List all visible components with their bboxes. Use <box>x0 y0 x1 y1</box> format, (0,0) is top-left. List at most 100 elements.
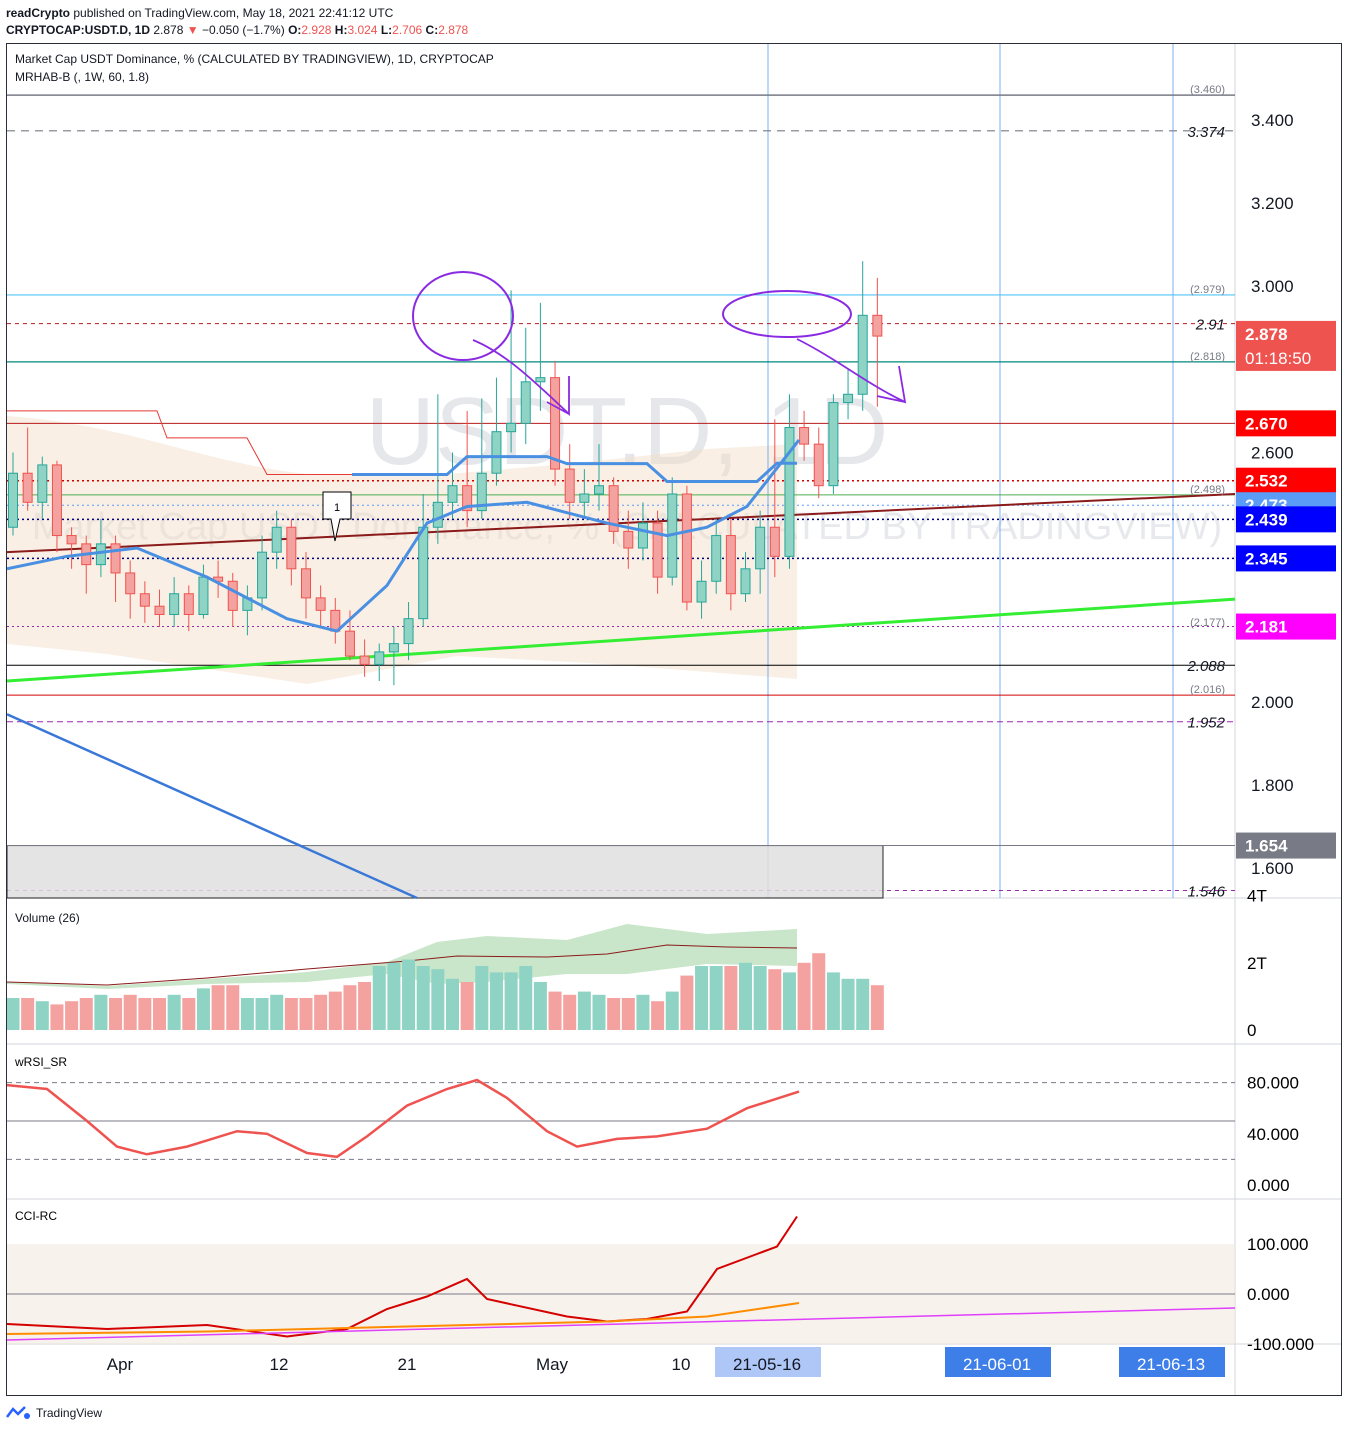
time-tick: May <box>536 1355 569 1374</box>
level-text: (2.498) <box>1190 484 1225 496</box>
volume-bar <box>211 985 225 1030</box>
candle-body <box>828 402 839 487</box>
volume-bar <box>431 969 445 1030</box>
candle-body <box>799 427 810 445</box>
volume-tick: 2T <box>1247 954 1267 973</box>
volume-bar <box>768 969 782 1030</box>
candle-body <box>8 472 18 528</box>
candle-body <box>696 580 707 603</box>
grey-zone-box <box>7 845 884 899</box>
price-tick: 1.800 <box>1251 776 1294 795</box>
candle-body <box>183 593 194 616</box>
price-tick: 2.000 <box>1251 693 1294 712</box>
candle-body <box>447 485 458 503</box>
volume-bar <box>621 998 635 1030</box>
candle-body <box>95 543 106 566</box>
candle-body <box>22 472 33 503</box>
volume-bar <box>343 985 357 1030</box>
symbol-label: CRYPTOCAP:USDT.D, 1D <box>6 23 151 37</box>
volume-bar <box>314 994 328 1030</box>
publish-line: readCrypto published on TradingView.com,… <box>6 6 393 20</box>
candle-body <box>872 314 883 337</box>
volume-bar <box>797 962 811 1030</box>
price-label: 2.532 <box>1245 472 1288 491</box>
volume-bar <box>167 994 181 1030</box>
chart-frame[interactable]: USDT.D, 1D Market Cap USDT Dominance, % (… <box>6 43 1342 1396</box>
volume-bar <box>226 985 240 1030</box>
volume-bar <box>94 994 108 1030</box>
volume-bar <box>841 978 855 1030</box>
candle-body <box>37 464 48 503</box>
price-label: 1.654 <box>1245 837 1288 856</box>
volume-bar <box>533 982 547 1030</box>
candle-body <box>681 493 692 603</box>
tradingview-footer[interactable]: TradingView <box>6 1405 102 1421</box>
volume-bar <box>592 994 606 1030</box>
highlight-circle <box>722 290 852 338</box>
candle-body <box>432 501 443 528</box>
volume-bar <box>123 994 137 1030</box>
volume-bar <box>7 998 20 1030</box>
volume-bar <box>196 988 210 1030</box>
volume-bar <box>299 998 313 1030</box>
candle-body <box>271 526 282 553</box>
price-change: −0.050 (−1.7%) <box>201 23 285 37</box>
last-price: 2.878 <box>153 23 184 37</box>
candle-body <box>125 572 136 595</box>
chart-svg[interactable]: USDT.D, 1DMarket Cap USDT Dominance, % (… <box>7 44 1341 1395</box>
publish-info: published on TradingView.com, May 18, 20… <box>73 6 394 20</box>
level-text: 1.546 <box>1187 883 1225 900</box>
candle-body <box>491 431 502 474</box>
volume-band <box>7 924 797 989</box>
level-text: (2.177) <box>1190 617 1225 629</box>
candle-body <box>139 593 150 607</box>
time-tick: Apr <box>107 1355 134 1374</box>
price-label: 2.345 <box>1245 549 1288 568</box>
publisher-name: readCrypto <box>6 6 71 20</box>
candle-body <box>637 522 648 549</box>
candle-body <box>359 655 370 665</box>
volume-bar <box>446 978 459 1030</box>
candle-body <box>857 314 868 395</box>
tradingview-logo-icon <box>6 1406 30 1419</box>
candle-body <box>154 605 165 616</box>
time-tick: 21 <box>398 1355 417 1374</box>
level-text: (2.818) <box>1190 351 1225 363</box>
candle-body <box>315 597 326 611</box>
tradingview-brand: TradingView <box>36 1406 103 1420</box>
ohlc-high: 3.024 <box>347 23 378 37</box>
volume-bar <box>65 1001 79 1030</box>
ohlc-open: 2.928 <box>301 23 332 37</box>
candle-body <box>301 568 311 599</box>
candle-body <box>535 377 546 383</box>
volume-bar <box>402 959 416 1030</box>
volume-bar <box>255 998 269 1030</box>
candle-body <box>51 464 62 537</box>
candle-body <box>711 535 722 582</box>
down-arrow-icon: ▼ <box>186 23 199 37</box>
time-tick: 21-06-01 <box>963 1355 1031 1374</box>
price-label: 2.670 <box>1245 414 1288 433</box>
candle-body <box>579 493 590 503</box>
volume-bar <box>284 998 298 1030</box>
time-tick: 21-05-16 <box>733 1355 801 1374</box>
candle-body <box>388 643 399 653</box>
candle-body <box>198 576 209 616</box>
candle-body <box>652 522 663 578</box>
highlight-circle <box>412 271 514 361</box>
candle-body <box>506 422 517 433</box>
rsi-tick: 80.000 <box>1247 1074 1299 1093</box>
volume-bar <box>665 991 679 1030</box>
volume-bar <box>489 972 503 1030</box>
volume-bar <box>680 975 694 1030</box>
level-text: 1.952 <box>1187 715 1225 732</box>
time-tick: 21-06-13 <box>1137 1355 1205 1374</box>
volume-bar <box>416 966 430 1030</box>
volume-bar <box>270 994 284 1030</box>
volume-bar <box>695 966 709 1030</box>
volume-bar <box>753 966 767 1030</box>
level-text: 2.91 <box>1195 317 1225 334</box>
price-label: 2.878 <box>1245 325 1288 344</box>
candle-body <box>66 535 77 545</box>
volume-bar <box>35 1001 49 1030</box>
